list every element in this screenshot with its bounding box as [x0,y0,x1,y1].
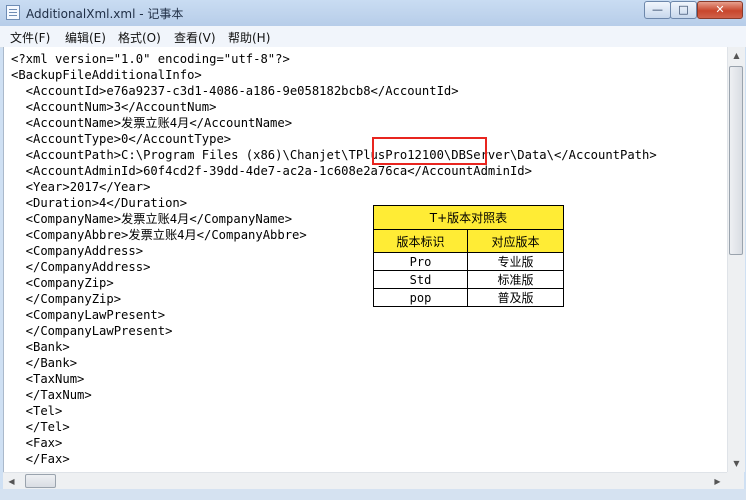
table-row: pop 普及版 [373,288,564,307]
scroll-up-arrow-icon[interactable]: ▲ [728,47,745,64]
scroll-down-arrow-icon[interactable]: ▼ [728,455,745,472]
editor-line: <Fax> [11,436,63,450]
editor-line: </CompanyLawPresent> [11,324,173,338]
horizontal-scroll-thumb[interactable] [25,474,56,488]
scroll-left-arrow-icon[interactable]: ◀ [3,473,20,490]
text-editor[interactable]: <?xml version="1.0" encoding="utf-8"?> <… [3,47,728,472]
version-table-header: 对应版本 [467,229,564,253]
version-table-header: 版本标识 [373,229,468,253]
editor-line: </Tel> [11,420,70,434]
table-row: Pro 专业版 [373,252,564,271]
menu-help[interactable]: 帮助(H) [228,29,270,46]
close-button[interactable]: ✕ [697,1,743,19]
menu-file[interactable]: 文件(F) [10,29,50,46]
editor-line: <AccountId>e76a9237-c3d1-4086-a186-9e058… [11,84,459,98]
editor-line: <Bank> [11,340,70,354]
editor-line: <Year>2017</Year> [11,180,151,194]
version-table: T+版本对照表 版本标识 对应版本 Pro 专业版 Std 标准版 pop 普及… [373,205,564,307]
scroll-right-arrow-icon[interactable]: ▶ [709,473,726,490]
menu-view[interactable]: 查看(V) [174,29,216,46]
editor-line: <CompanyAbbre>发票立账4月</CompanyAbbre> [11,228,307,242]
editor-line: <AccountAdminId>60f4cd2f-39dd-4de7-ac2a-… [11,164,532,178]
version-edition: 标准版 [467,270,564,289]
editor-line: <CompanyZip> [11,276,114,290]
editor-line: </Fax> [11,452,70,466]
vertical-scroll-thumb[interactable] [729,66,743,255]
scrollbar-corner [727,472,744,489]
vertical-scrollbar[interactable]: ▲ ▼ [727,47,745,472]
maximize-button[interactable]: □ [670,1,697,19]
editor-line: <CompanyAddress> [11,244,144,258]
menu-edit[interactable]: 编辑(E) [65,29,106,46]
editor-line: </TaxNum> [11,388,92,402]
editor-line: <TaxNum> [11,372,85,386]
editor-line: <?xml version="1.0" encoding="utf-8"?> [11,52,290,66]
editor-line: </Bank> [11,356,78,370]
menu-bar: 文件(F) 编辑(E) 格式(O) 查看(V) 帮助(H) [0,26,746,48]
menu-format[interactable]: 格式(O) [118,29,161,46]
version-code: Std [373,270,468,289]
title-bar[interactable]: AdditionalXml.xml - 记事本 — □ ✕ [0,0,746,26]
editor-line: <AccountNum>3</AccountNum> [11,100,217,114]
editor-line: <AccountName>发票立账4月</AccountName> [11,116,293,130]
editor-line: <AccountType>0</AccountType> [11,132,232,146]
editor-line: <Tel> [11,404,63,418]
horizontal-scrollbar[interactable]: ◀ ▶ [3,472,727,490]
version-edition: 普及版 [467,288,564,307]
editor-line: <CompanyLawPresent> [11,308,166,322]
editor-line: <CompanyName>发票立账4月</CompanyName> [11,212,293,226]
version-code: pop [373,288,468,307]
editor-line: <AccountPath>C:\Program Files (x86)\Chan… [11,148,657,162]
table-row: Std 标准版 [373,270,564,289]
minimize-button[interactable]: — [644,1,671,19]
version-table-title: T+版本对照表 [373,205,564,230]
tplus-version-highlight [372,137,487,165]
editor-line: <BackupFileAdditionalInfo> [11,68,202,82]
editor-line: <Duration>4</Duration> [11,196,188,210]
version-edition: 专业版 [467,252,564,271]
notepad-icon [6,5,20,20]
editor-line: </CompanyAddress> [11,260,151,274]
notepad-window: AdditionalXml.xml - 记事本 — □ ✕ 文件(F) 编辑(E… [0,0,746,500]
window-bottom-border [0,489,746,500]
editor-line: </CompanyZip> [11,292,122,306]
window-title: AdditionalXml.xml - 记事本 [26,7,184,21]
version-code: Pro [373,252,468,271]
